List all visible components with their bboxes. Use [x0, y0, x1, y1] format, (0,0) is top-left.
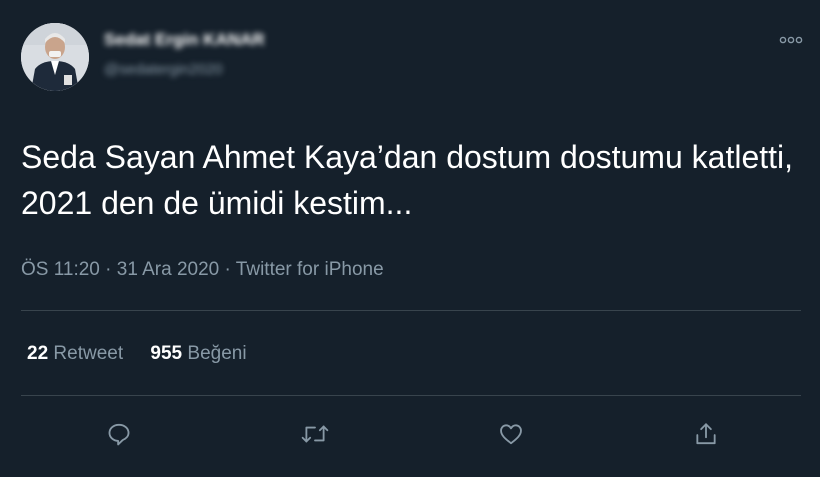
meta-separator: · — [224, 259, 231, 280]
divider — [21, 395, 801, 396]
tweet-text-line: Seda Sayan Ahmet Kaya’dan dostum dostumu… — [21, 139, 794, 175]
tweet-date[interactable]: 31 Ara 2020 — [117, 259, 219, 280]
like-button[interactable] — [493, 418, 529, 454]
reply-icon — [106, 421, 132, 452]
tweet-meta: ÖS 11:20 · 31 Ara 2020 · Twitter for iPh… — [21, 258, 384, 282]
tweet-stats: 22 Retweet 955 Beğeni — [27, 342, 247, 366]
like-label: Beğeni — [187, 343, 247, 364]
tweet-detail: Sedat Ergin KANAR @sedatergin2020 Seda S… — [0, 0, 820, 477]
share-icon — [693, 421, 719, 452]
reply-button[interactable] — [101, 418, 137, 454]
author-handle[interactable]: @sedatergin2020 — [104, 62, 252, 78]
retweet-icon — [301, 421, 329, 452]
tweet-text: Seda Sayan Ahmet Kaya’dan dostum dostumu… — [21, 134, 801, 226]
meta-separator: · — [105, 259, 112, 280]
tweet-text-line: 2021 den de ümidi kestim... — [21, 185, 413, 221]
tweet-source[interactable]: Twitter for iPhone — [236, 259, 384, 280]
divider — [21, 310, 801, 311]
avatar[interactable] — [21, 23, 89, 91]
retweet-label: Retweet — [53, 343, 124, 364]
retweet-count: 22 — [27, 343, 49, 364]
retweet-button[interactable] — [297, 418, 333, 454]
tweet-time[interactable]: ÖS 11:20 — [21, 259, 100, 280]
like-icon — [498, 421, 524, 452]
like-stat[interactable]: 955 Beğeni — [150, 342, 246, 366]
action-bar — [0, 414, 820, 458]
share-button[interactable] — [688, 418, 724, 454]
more-options-button[interactable] — [776, 30, 806, 50]
more-icon — [779, 31, 803, 49]
author-display-name[interactable]: Sedat Ergin KANAR — [104, 31, 329, 49]
retweet-stat[interactable]: 22 Retweet — [27, 342, 123, 366]
like-count: 955 — [150, 343, 183, 364]
